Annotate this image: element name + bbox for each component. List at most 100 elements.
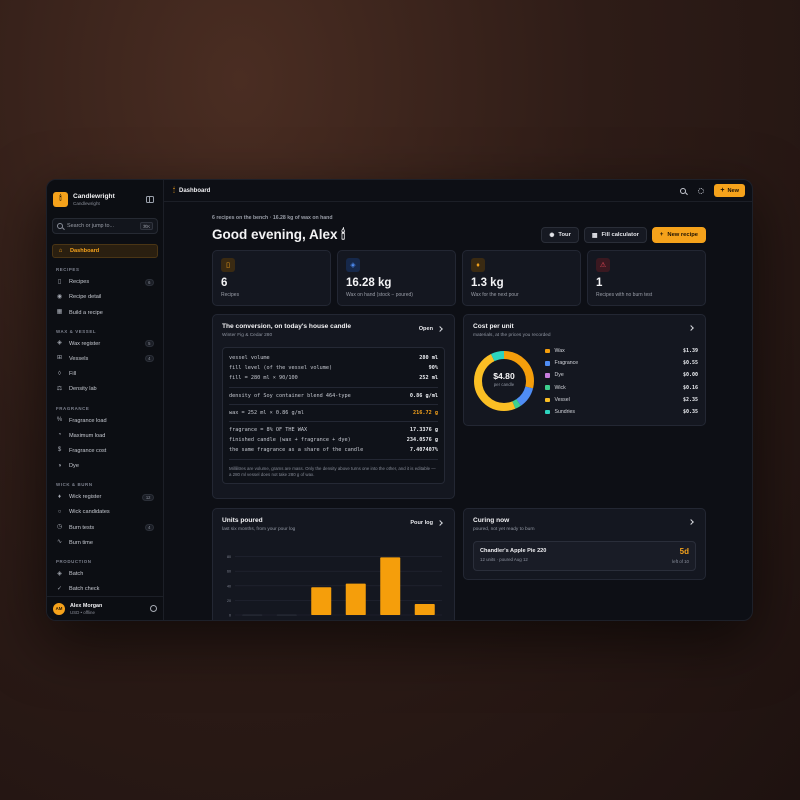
sidebar-item-label: Batch	[69, 571, 84, 577]
dashboard-content: 6 recipes on the bench · 16.28 kg of wax…	[212, 202, 706, 620]
stat-card-next-pour[interactable]: ♦ 1.3 kg Wax for the next pour	[462, 250, 581, 306]
sidebar-item-label: Density lab	[69, 386, 97, 393]
bar-jul[interactable]	[380, 557, 401, 615]
sidebar-collapse-icon[interactable]	[146, 195, 154, 203]
tour-button[interactable]: ✺ Tour	[541, 227, 579, 243]
sidebar-item-wax-register[interactable]: ◈ Wax register 5	[52, 337, 158, 351]
sidebar-item-batch-check[interactable]: ✓ Batch check	[52, 582, 158, 596]
page-title: Good evening, Alex 🕯	[212, 227, 346, 242]
sidebar-item-label: Fragrance load	[69, 417, 107, 424]
nav-section-fragrance: FRAGRANCE	[56, 405, 90, 411]
stat-card-recipes[interactable]: ▯ 6 Recipes	[212, 250, 331, 306]
curing-days: 5d	[679, 547, 689, 556]
bar-mar[interactable]	[242, 614, 263, 616]
search-input[interactable]	[67, 223, 141, 229]
check-icon: ✓	[56, 585, 63, 592]
plus-icon: +	[720, 187, 725, 194]
flame-icon: ♦	[57, 493, 62, 500]
nav-section-production: PRODUCTION	[56, 559, 92, 564]
warning-icon: ⚠	[596, 258, 610, 272]
sidebar-item-wick-candidates[interactable]: ○ Wick candidates	[52, 505, 158, 519]
bar-aug[interactable]	[414, 604, 435, 615]
calc-key: wax = 252 ml × 0.86 g/ml	[229, 409, 304, 416]
legend-item: Wick $0.16	[545, 382, 698, 394]
sidebar-item-wick-register[interactable]: ♦ Wick register 12	[52, 490, 158, 504]
fill-calculator-button[interactable]: ▦ Fill calculator	[583, 227, 647, 243]
calc-key: finished candle (wax + fragrance + dye)	[229, 437, 351, 444]
bar-apr[interactable]	[276, 614, 297, 616]
stat-card-no-burn-test[interactable]: ⚠ 1 Recipes with no burn test	[587, 250, 706, 306]
sidebar-item-burn-tests[interactable]: ◷ Burn tests 4	[52, 521, 158, 535]
sidebar-item-dye[interactable]: ◑ Dye	[52, 459, 158, 473]
curing-open-link[interactable]	[684, 519, 694, 525]
sidebar-item-recipes[interactable]: ▯ Recipes 6	[52, 275, 158, 289]
gear-icon	[698, 187, 705, 194]
sidebar-item-label: Fill	[69, 371, 77, 378]
main-area: 🕯 Dashboard + New 6 recipes on the bench …	[164, 180, 752, 620]
sidebar-item-label: Wick register	[69, 494, 102, 501]
y-tick-label: 40	[227, 584, 231, 588]
sidebar-item-label: Dye	[69, 463, 79, 470]
legend-label: Wax	[554, 348, 565, 355]
search-button[interactable]	[676, 184, 690, 198]
sidebar-item-dashboard[interactable]: ⌂ Dashboard	[52, 244, 158, 258]
brand-sub: Candlewright	[73, 200, 100, 206]
palette-icon: ◑	[57, 462, 62, 469]
legend-label: Dye	[554, 372, 564, 379]
y-tick-label: 80	[227, 555, 231, 559]
stat-card-wax[interactable]: ◈ 16.28 kg Wax on hand (stock − poured)	[337, 250, 456, 306]
pour-log-label: Pour log	[410, 520, 433, 526]
cost-card: Cost per unit materials, at the prices y…	[463, 314, 706, 426]
sidebar-item-fragrance-cost[interactable]: $ Fragrance cost	[52, 444, 158, 458]
open-link[interactable]: Open	[418, 326, 443, 332]
stat-label: Wax for the next pour	[471, 292, 519, 298]
calc-value: 90%	[428, 365, 438, 372]
settings-button[interactable]	[694, 184, 708, 198]
bar-may[interactable]	[311, 587, 332, 615]
new-recipe-button[interactable]: + New recipe	[651, 227, 706, 243]
card-subtitle: poured, not yet ready to burn	[473, 527, 535, 532]
legend-label: Sundries	[554, 409, 575, 416]
calc-row: fill = 280 ml × 90/100 252 ml	[229, 373, 438, 383]
user-profile[interactable]: AM Alex Morgan USD • offline	[47, 596, 163, 620]
calc-row: the same fragrance as a share of the can…	[229, 445, 438, 455]
curing-item[interactable]: Chandler's Apple Pie 220 12 units · pour…	[473, 541, 696, 571]
legend-label: Fragrance	[554, 360, 579, 367]
fill-calculator-label: Fill calculator	[601, 232, 639, 238]
sidebar: 🕯 Candlewright Candlewright ⌘K ⌂ Dashboa…	[47, 180, 164, 620]
sidebar-item-fill[interactable]: ◊ Fill	[52, 367, 158, 381]
legend-swatch	[545, 409, 550, 415]
sidebar-item-label: Recipes	[69, 279, 90, 286]
legend-item: Fragrance $0.55	[545, 357, 698, 369]
open-link-label: Open	[418, 326, 433, 332]
card-subtitle: last six months, from your pour log	[222, 527, 296, 532]
card-subtitle: Winter Fig & Cedar 280	[222, 333, 273, 338]
sidebar-item-maximum-load[interactable]: ◔ Maximum load	[52, 429, 158, 443]
calc-key: fill level (of the vessel volume)	[229, 365, 333, 372]
sidebar-item-density-lab[interactable]: ⚖ Density lab	[52, 382, 158, 396]
sidebar-item-label: Batch check	[69, 586, 100, 593]
new-button[interactable]: + New	[714, 184, 745, 197]
count-badge: 5	[144, 340, 154, 348]
legend-value: $0.35	[682, 409, 698, 416]
sidebar-item-burn-time[interactable]: ∿ Burn time	[52, 536, 158, 550]
calc-row: fragrance = 8% OF THE WAX 17.3376 g	[229, 425, 438, 435]
sidebar-item-build-recipe[interactable]: ▦ Build a recipe	[52, 306, 158, 320]
app-window: 🕯 Candlewright Candlewright ⌘K ⌂ Dashboa…	[46, 179, 753, 621]
sidebar-item-recipe-detail[interactable]: ◉ Recipe detail	[52, 290, 158, 304]
new-recipe-label: New recipe	[667, 232, 698, 238]
bar-jun[interactable]	[345, 583, 366, 615]
sidebar-item-vessels[interactable]: ⊞ Vessels 4	[52, 352, 158, 366]
sidebar-item-label: Dashboard	[70, 248, 100, 254]
calc-row: density of Soy container blend 464-type 0…	[229, 391, 438, 401]
theme-toggle-icon[interactable]	[150, 605, 157, 612]
sidebar-item-label: Fragrance cost	[69, 447, 107, 454]
sidebar-item-batch[interactable]: ◈ Batch	[52, 567, 158, 581]
dollar-icon: $	[57, 447, 62, 454]
layers-icon: ◈	[57, 570, 62, 577]
pour-log-link[interactable]: Pour log	[410, 520, 443, 526]
sidebar-item-fragrance-load[interactable]: % Fragrance load	[52, 414, 158, 428]
cost-open-link[interactable]	[684, 325, 694, 331]
calc-value: 216.72 g	[413, 409, 438, 416]
curing-item-sub: 12 units · poured Aug 12	[480, 557, 528, 562]
